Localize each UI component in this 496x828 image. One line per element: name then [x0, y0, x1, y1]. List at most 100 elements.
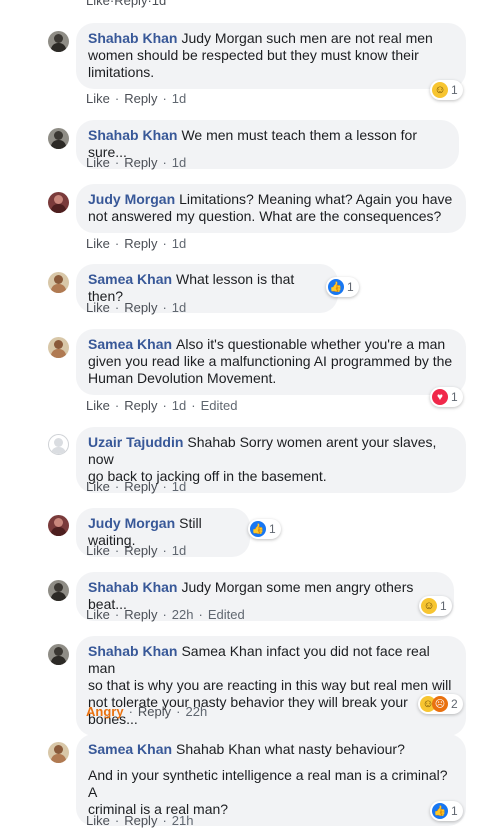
reaction-count: 2 [451, 697, 458, 711]
comment-text: Judy Morgan such men are not real men [181, 30, 433, 46]
avatar[interactable] [48, 128, 69, 149]
timestamp[interactable]: 1d [152, 0, 166, 8]
top-comment-actions: Like·Reply·1d [86, 0, 166, 8]
comment-bubble: Samea Khan Also it's questionable whether… [76, 329, 466, 395]
comment-text: Human Devolution Movement. [88, 370, 277, 386]
author-name[interactable]: Shahab Khan [88, 127, 177, 143]
comment-actions: Like · Reply · 1d [86, 155, 187, 170]
author-name[interactable]: Shahab Khan [88, 579, 177, 595]
reaction-summary[interactable]: 👍 1 [326, 277, 359, 297]
avatar[interactable] [48, 580, 69, 601]
like-link[interactable]: Like [86, 0, 110, 8]
avatar[interactable] [48, 644, 69, 665]
reply-link[interactable]: Reply [124, 813, 157, 828]
comment-actions: Like · Reply · 1d · Edited [86, 398, 238, 413]
angry-reaction-icon: ☹ [432, 696, 448, 712]
reply-link[interactable]: Reply [124, 479, 157, 494]
timestamp[interactable]: 1d [172, 398, 186, 413]
timestamp[interactable]: 22h [172, 607, 194, 622]
timestamp[interactable]: 1d [172, 155, 186, 170]
like-link[interactable]: Like [86, 543, 110, 558]
reaction-summary[interactable]: ☺ 1 [430, 80, 463, 100]
like-reaction-icon: 👍 [432, 803, 448, 819]
author-name[interactable]: Samea Khan [88, 271, 172, 287]
comment-actions: Like · Reply · 21h [86, 813, 194, 828]
comment-actions: Like · Reply · 1d [86, 300, 187, 315]
comment-text: And in your synthetic intelligence a rea… [88, 767, 448, 800]
reply-link[interactable]: Reply [124, 607, 157, 622]
haha-reaction-icon: ☺ [421, 598, 437, 614]
avatar[interactable] [48, 272, 69, 293]
timestamp[interactable]: 1d [172, 91, 186, 106]
comment-text: women should be respected but they must … [88, 47, 419, 63]
comment-paragraph: And in your synthetic intelligence a rea… [88, 767, 454, 818]
like-link[interactable]: Like [86, 300, 110, 315]
timestamp[interactable]: 1d [172, 543, 186, 558]
timestamp[interactable]: 21h [172, 813, 194, 828]
edited-label[interactable]: Edited [208, 607, 245, 622]
edited-label[interactable]: Edited [201, 398, 238, 413]
like-link[interactable]: Like [86, 607, 110, 622]
timestamp[interactable]: 1d [172, 479, 186, 494]
comment-text: given you read like a malfunctioning AI … [88, 353, 453, 369]
author-name[interactable]: Samea Khan [88, 741, 172, 757]
reply-link[interactable]: Reply [124, 398, 157, 413]
author-name[interactable]: Shahab Khan [88, 30, 177, 46]
like-reaction-icon: 👍 [328, 279, 344, 295]
avatar[interactable] [48, 337, 69, 358]
avatar[interactable] [48, 31, 69, 52]
author-name[interactable]: Shahab Khan [88, 643, 177, 659]
like-link[interactable]: Like [86, 398, 110, 413]
angry-reaction-link[interactable]: Angry [86, 704, 124, 719]
comment-bubble: Shahab Khan Samea Khan infact you did not… [76, 636, 466, 736]
comment-text: Shahab Khan what nasty behaviour? [176, 741, 405, 757]
author-name[interactable]: Judy Morgan [88, 191, 175, 207]
author-name[interactable]: Samea Khan [88, 336, 172, 352]
timestamp[interactable]: 1d [172, 300, 186, 315]
reaction-summary[interactable]: ♥ 1 [430, 387, 463, 407]
timestamp[interactable]: 1d [172, 236, 186, 251]
like-reaction-icon: 👍 [250, 521, 266, 537]
reaction-summary[interactable]: ☺ ☹ 2 [418, 694, 463, 714]
reply-link[interactable]: Reply [138, 704, 171, 719]
avatar[interactable] [48, 742, 69, 763]
reaction-count: 1 [451, 804, 458, 818]
haha-reaction-icon: ☺ [432, 82, 448, 98]
reaction-count: 1 [451, 83, 458, 97]
author-name[interactable]: Uzair Tajuddin [88, 434, 183, 450]
reaction-count: 1 [347, 280, 354, 294]
reply-link[interactable]: Reply [124, 236, 157, 251]
love-reaction-icon: ♥ [432, 389, 448, 405]
comment-actions: Angry · Reply · 22h [86, 704, 208, 719]
like-link[interactable]: Like [86, 236, 110, 251]
reaction-summary[interactable]: ☺ 1 [419, 596, 452, 616]
reply-link[interactable]: Reply [124, 155, 157, 170]
reply-link[interactable]: Reply [124, 91, 157, 106]
comment-text: Also it's questionable whether you're a … [176, 336, 446, 352]
comment-actions: Like · Reply · 22h · Edited [86, 607, 245, 622]
reaction-summary[interactable]: 👍 1 [430, 801, 463, 821]
like-link[interactable]: Like [86, 479, 110, 494]
avatar[interactable] [48, 434, 69, 455]
reply-link[interactable]: Reply [114, 0, 147, 8]
avatar[interactable] [48, 515, 69, 536]
like-link[interactable]: Like [86, 91, 110, 106]
comment-actions: Like · Reply · 1d [86, 91, 187, 106]
avatar[interactable] [48, 192, 69, 213]
comment-actions: Like · Reply · 1d [86, 543, 187, 558]
comment-actions: Like · Reply · 1d [86, 236, 187, 251]
comment-bubble: Shahab Khan Judy Morgan such men are not … [76, 23, 466, 89]
reply-link[interactable]: Reply [124, 300, 157, 315]
reply-link[interactable]: Reply [124, 543, 157, 558]
like-link[interactable]: Like [86, 813, 110, 828]
reaction-summary[interactable]: 👍 1 [248, 519, 281, 539]
comment-text: so that is why you are reacting in this … [88, 677, 452, 693]
comment-text: not answered my question. What are the c… [88, 208, 442, 224]
like-link[interactable]: Like [86, 155, 110, 170]
timestamp[interactable]: 22h [186, 704, 208, 719]
comment-text: Limitations? Meaning what? Again you hav… [179, 191, 453, 207]
reaction-count: 1 [269, 522, 276, 536]
comment-bubble: Judy Morgan Limitations? Meaning what? Ag… [76, 184, 466, 233]
reaction-count: 1 [451, 390, 458, 404]
author-name[interactable]: Judy Morgan [88, 515, 175, 531]
